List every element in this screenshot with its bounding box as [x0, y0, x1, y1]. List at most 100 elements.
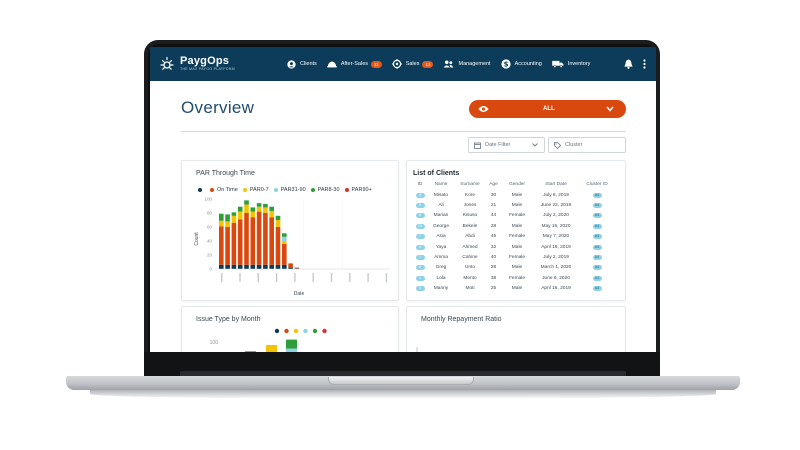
nav-right-actions: [614, 59, 646, 69]
eye-icon: [478, 106, 489, 112]
table-row[interactable]: 5 Marian Kisuso 44 Female July 2, 2020 A4: [413, 211, 614, 221]
table-row[interactable]: 9 Manny Moti 25 Male April 16, 2019 A4: [413, 284, 614, 294]
client-id-badge: 1: [415, 275, 425, 281]
cluster-filter-input[interactable]: Cluster: [548, 137, 626, 153]
notification-badge: 13: [422, 60, 434, 68]
x-tick-label: [221, 273, 223, 282]
bar-segment: [225, 227, 230, 265]
bar-segment: [263, 264, 268, 269]
notification-badge: 11: [371, 60, 382, 68]
table-cell: Female: [509, 255, 525, 261]
target-icon: [391, 59, 402, 69]
nav-item-management[interactable]: Management: [443, 60, 491, 68]
nav-item-inventory[interactable]: Inventory: [552, 60, 590, 68]
selector-value: ALL: [543, 106, 555, 112]
table-cell: 32: [490, 244, 497, 250]
table-cell: Kore: [464, 192, 476, 198]
nav-item-clients[interactable]: Clients: [287, 59, 317, 69]
column-header[interactable]: Age: [485, 182, 502, 190]
tag-icon: [554, 141, 561, 149]
chevron-down-icon: [606, 106, 614, 112]
table-cell: Unto: [464, 265, 476, 271]
table-row[interactable]: 10 George Bekele 28 Male May 16, 2020 A4: [413, 221, 614, 231]
bar-segment: [225, 221, 230, 227]
table-cell: Male: [511, 203, 523, 209]
nav-item-sales[interactable]: Sales 13: [391, 59, 434, 69]
column-header[interactable]: Name: [427, 182, 455, 190]
table-cell: A4: [580, 211, 614, 221]
table-cell: 3: [413, 190, 427, 200]
cluster-id-badge: A4: [592, 234, 602, 240]
y-tick-label: 0: [209, 267, 212, 272]
issue-chart-card: Issue Type by Month 100: [181, 306, 399, 352]
nav-item-after-sales[interactable]: After-Sales 11: [326, 60, 382, 68]
nav-item-label: Sales: [405, 61, 420, 67]
table-header-row: ID Name Surname Age Gender Start Date Cl…: [413, 182, 614, 190]
bar-segment: [219, 213, 224, 221]
table-cell: Female: [509, 213, 525, 219]
chevron-down-icon: [532, 143, 538, 147]
bar-segment: [231, 212, 237, 216]
header-divider: [181, 131, 626, 132]
bell-icon[interactable]: [624, 59, 633, 69]
table-row[interactable]: 7 Asia Abdi 45 Female May 7, 2020 A4: [413, 232, 614, 242]
table-row[interactable]: 1 Lola Mento 38 Female June 6, 2020 A4: [413, 273, 614, 283]
table-row[interactable]: 2 Amma Cahine 40 Female July 2, 2019 A4: [413, 252, 614, 262]
table-cell: April 16, 2019: [541, 286, 571, 292]
more-vertical-icon[interactable]: [643, 59, 646, 69]
repayment-chart-card: Monthly Repayment Ratio: [406, 306, 626, 352]
cluster-id-badge: A4: [592, 255, 602, 261]
sun-logo-icon: [159, 56, 175, 72]
bar-segment: [263, 203, 268, 208]
table-cell: A4: [580, 232, 614, 242]
table-cell: 10: [413, 221, 427, 231]
table-row[interactable]: 3 Misato Kore 30 Male July 8, 2019 A4: [413, 190, 614, 200]
table-cell: Male: [511, 286, 523, 292]
portfolio-selector[interactable]: ALL: [469, 100, 626, 118]
column-header[interactable]: ID: [413, 182, 427, 190]
y-tick-label: 100: [204, 197, 212, 202]
nav-item-accounting[interactable]: $ Accounting: [500, 59, 542, 69]
table-row[interactable]: 8 Ali Jones 21 Male June 22, 2019 A4: [413, 200, 614, 210]
column-header[interactable]: Gender: [502, 182, 532, 190]
column-header[interactable]: Surname: [455, 182, 485, 190]
bar-segment: [286, 348, 297, 352]
table-cell: Female: [509, 234, 525, 240]
table-cell: 5: [413, 211, 427, 221]
bar-segment: [282, 236, 287, 241]
table-cell: Greg: [435, 265, 447, 271]
cluster-id-badge: A4: [592, 275, 602, 281]
x-tick-label: [312, 273, 314, 282]
y-tick-label: 40: [207, 239, 213, 244]
table-cell: 38: [490, 275, 497, 281]
cluster-id-badge: A4: [592, 265, 602, 271]
table-cell: 6: [413, 263, 427, 273]
table-cell: 21: [490, 203, 497, 209]
dollar-icon: $: [500, 59, 511, 69]
table-cell: July 8, 2019: [543, 192, 569, 198]
table-cell: Yaya: [435, 244, 447, 250]
truck-icon: [552, 60, 564, 68]
bar-segment: [244, 204, 249, 213]
table-cell: Male: [511, 223, 523, 229]
table-row[interactable]: 4 Yaya Ahmed 32 Male April 16, 2019 A4: [413, 242, 614, 252]
issue-bar-chart: 100: [210, 328, 327, 352]
bar-segment: [250, 264, 256, 269]
date-filter-dropdown[interactable]: Date Filter: [468, 137, 545, 153]
bar-segment: [231, 222, 237, 265]
x-tick-label: [349, 273, 351, 282]
cluster-placeholder: Cluster: [565, 142, 583, 148]
bar-segment: [219, 226, 224, 265]
bar-segment: [269, 217, 274, 265]
column-header[interactable]: Start Date: [532, 182, 580, 190]
table-cell: Asia: [436, 234, 446, 240]
app-logo[interactable]: PaygOps THE MAX PAYGO PLATFORM: [159, 56, 285, 72]
nav-item-label: After-Sales: [340, 61, 369, 67]
client-id-badge: 2: [415, 255, 425, 261]
table-row[interactable]: 6 Greg Unto 28 Male March 1, 2020 A4: [413, 263, 614, 273]
users-icon: [444, 60, 454, 68]
bar-segment: [244, 200, 249, 205]
table-cell: Male: [511, 192, 523, 198]
column-header[interactable]: Cluster ID: [580, 182, 614, 190]
table-cell: Bekele: [462, 223, 478, 229]
